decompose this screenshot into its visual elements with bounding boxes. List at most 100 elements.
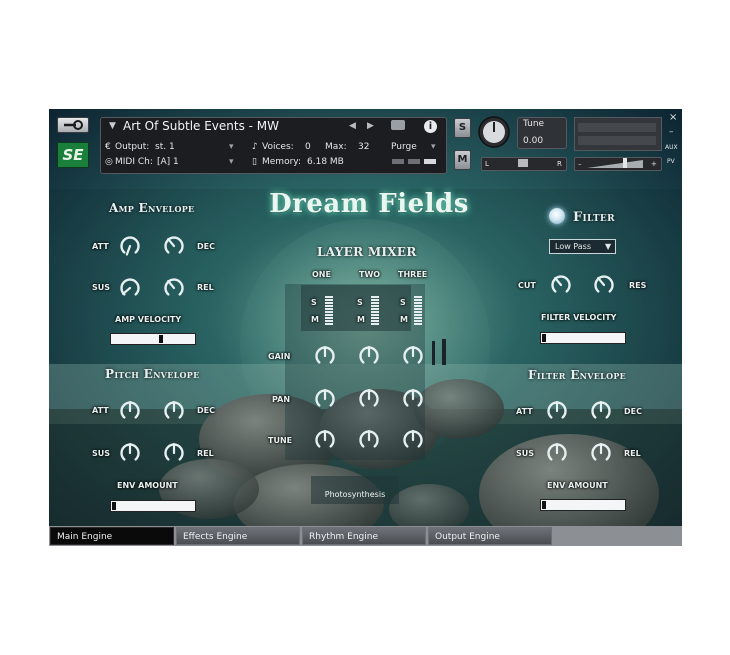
filter-velocity-thumb[interactable]	[542, 334, 546, 342]
tab-effects-engine[interactable]: Effects Engine	[176, 527, 300, 545]
filter-decay-knob[interactable]	[590, 400, 612, 422]
pitch-attack-knob[interactable]	[119, 400, 141, 422]
prev-instrument-icon[interactable]: ◀	[349, 121, 356, 131]
collapse-arrow-icon[interactable]: ▼	[109, 121, 116, 131]
volume-plus-label: +	[651, 160, 657, 168]
memory-icon: ▯	[252, 157, 257, 167]
voices-value: 0	[305, 142, 311, 152]
filter-sus-label: SUS	[516, 449, 535, 458]
filter-dec-label: DEC	[624, 407, 642, 416]
pan-thumb[interactable]	[518, 159, 528, 167]
kontakt-instrument-panel: SE ▼ Art Of Subtle Events - MW ◀ ▶ i € O…	[49, 109, 682, 546]
purge-dropdown-icon[interactable]: ▾	[431, 142, 436, 152]
layer-three-mute[interactable]: M	[400, 315, 408, 324]
volume-minus-label: –	[578, 160, 582, 168]
volume-thumb[interactable]	[623, 158, 627, 168]
close-icon[interactable]: ×	[669, 113, 677, 123]
tab-main-engine[interactable]: Main Engine	[50, 527, 174, 545]
max-voices-value[interactable]: 32	[358, 142, 369, 152]
layer-two-gain-knob[interactable]	[358, 345, 380, 367]
info-icon[interactable]: i	[424, 120, 437, 133]
layer-two-solo[interactable]: S	[357, 298, 363, 307]
mute-button[interactable]: M	[454, 150, 471, 170]
volume-ramp	[587, 160, 643, 168]
pan-slider[interactable]: L R	[481, 157, 567, 171]
camera-icon[interactable]	[391, 120, 405, 130]
filter-sustain-knob[interactable]	[546, 442, 568, 464]
filter-attack-knob[interactable]	[546, 400, 568, 422]
memory-value: 6.18 MB	[307, 157, 344, 167]
filter-velocity-slider[interactable]	[540, 332, 626, 344]
amp-release-knob[interactable]	[163, 277, 185, 299]
volume-slider[interactable]: – +	[574, 157, 662, 171]
amp-dec-label: DEC	[197, 242, 215, 251]
purge-button[interactable]: Purge	[391, 142, 417, 152]
pan-label: PAN	[272, 395, 291, 404]
filter-title: Filter	[573, 210, 615, 225]
amp-velocity-slider[interactable]	[110, 333, 196, 345]
amp-attack-knob[interactable]	[119, 235, 141, 257]
pan-left-label: L	[485, 160, 489, 168]
tab-rhythm-engine[interactable]: Rhythm Engine	[302, 527, 426, 545]
filter-rel-label: REL	[624, 449, 641, 458]
layer-two-mute[interactable]: M	[357, 315, 365, 324]
voices-label: Voices:	[262, 142, 294, 152]
layer-two-tune-knob[interactable]	[358, 429, 380, 451]
output-dropdown-icon[interactable]: ▾	[229, 142, 234, 152]
pitch-decay-knob[interactable]	[163, 400, 185, 422]
filter-type-dropdown[interactable]: Low Pass ▼	[549, 239, 616, 254]
pitch-env-amount-thumb[interactable]	[112, 502, 116, 510]
solo-button[interactable]: S	[454, 118, 471, 138]
tune-value[interactable]: 0.00	[523, 136, 543, 146]
layer-one-tune-knob[interactable]	[314, 429, 336, 451]
output-value[interactable]: st. 1	[155, 142, 175, 152]
output-icon: €	[105, 142, 111, 152]
level-meter-left	[578, 123, 656, 132]
layer-two-pan-knob[interactable]	[358, 388, 380, 410]
tune-knob[interactable]	[477, 115, 511, 149]
max-label: Max:	[325, 142, 347, 152]
layer-three-meter	[414, 296, 422, 326]
pv-button[interactable]: PV	[667, 157, 675, 167]
gain-label: GAIN	[268, 352, 291, 361]
amp-envelope-title: Amp Envelope	[109, 201, 195, 215]
tab-output-engine[interactable]: Output Engine	[428, 527, 552, 545]
pitch-sustain-knob[interactable]	[119, 442, 141, 464]
amp-sustain-knob[interactable]	[119, 277, 141, 299]
pan-right-label: R	[557, 160, 562, 168]
amp-decay-knob[interactable]	[163, 235, 185, 257]
amp-rel-label: REL	[197, 283, 214, 292]
layer-three-pan-knob[interactable]	[402, 388, 424, 410]
filter-release-knob[interactable]	[590, 442, 612, 464]
filter-toggle-button[interactable]	[549, 208, 565, 224]
filter-env-amount-slider[interactable]	[540, 499, 626, 511]
filter-env-amount-label: ENV AMOUNT	[547, 481, 608, 490]
preset-name-display[interactable]: Photosynthesis	[311, 490, 399, 499]
filter-velocity-label: FILTER VELOCITY	[541, 313, 617, 322]
layer-one-gain-knob[interactable]	[314, 345, 336, 367]
layer-one-solo[interactable]: S	[311, 298, 317, 307]
pitch-env-amount-slider[interactable]	[110, 500, 196, 512]
filter-att-label: ATT	[516, 407, 533, 416]
midi-dropdown-icon[interactable]: ▾	[229, 157, 234, 167]
filter-cutoff-knob[interactable]	[550, 274, 572, 296]
pitch-release-knob[interactable]	[163, 442, 185, 464]
pitch-env-amount-label: ENV AMOUNT	[117, 481, 178, 490]
midi-channel-value[interactable]: [A] 1	[157, 157, 179, 167]
filter-type-value: Low Pass	[555, 242, 591, 251]
amp-velocity-thumb[interactable]	[158, 335, 163, 343]
pitch-dec-label: DEC	[197, 406, 215, 415]
aux-button[interactable]: AUX	[665, 143, 678, 153]
filter-resonance-knob[interactable]	[593, 274, 615, 296]
next-instrument-icon[interactable]: ▶	[367, 121, 374, 131]
layer-three-solo[interactable]: S	[400, 298, 406, 307]
layer-one-mute[interactable]: M	[311, 315, 319, 324]
filter-env-amount-thumb[interactable]	[542, 501, 546, 509]
layer-one-pan-knob[interactable]	[314, 388, 336, 410]
instrument-title[interactable]: Art Of Subtle Events - MW	[123, 119, 279, 133]
layer-three-tune-knob[interactable]	[402, 429, 424, 451]
layer-three-gain-knob[interactable]	[402, 345, 424, 367]
wrench-icon[interactable]	[57, 117, 89, 133]
minimize-icon[interactable]: –	[669, 127, 674, 137]
filter-envelope-title: Filter Envelope	[528, 368, 627, 382]
